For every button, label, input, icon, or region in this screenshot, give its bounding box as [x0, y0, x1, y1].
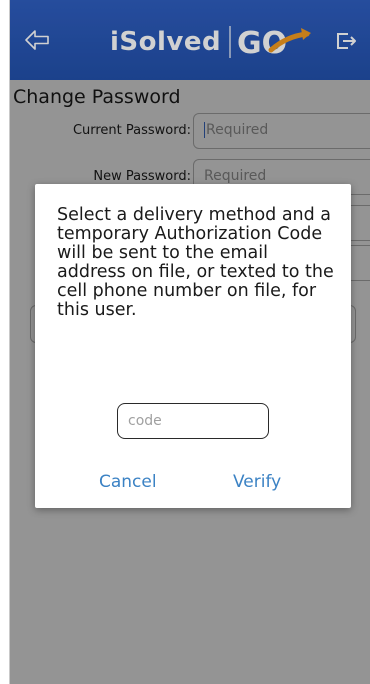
header-dim-overlay — [10, 0, 370, 80]
cancel-button[interactable]: Cancel — [99, 472, 157, 492]
dialog-message: Select a delivery method and a temporary… — [57, 205, 334, 320]
code-input[interactable] — [117, 403, 269, 439]
verify-button[interactable]: Verify — [233, 472, 281, 492]
authorization-code-dialog: Select a delivery method and a temporary… — [35, 184, 351, 508]
app-frame: iSolved GO Change Password Current Passw… — [9, 0, 370, 684]
